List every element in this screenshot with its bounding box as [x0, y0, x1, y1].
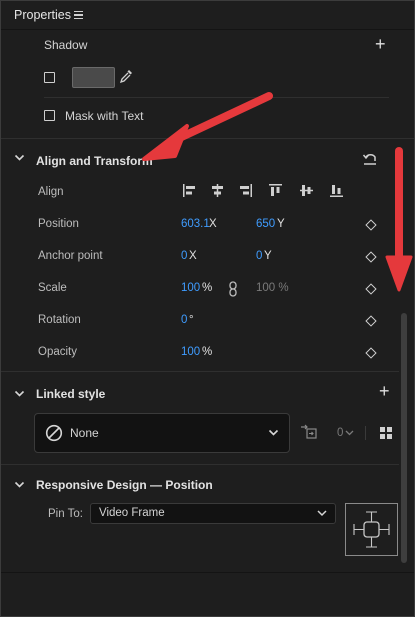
properties-panel: Properties Shadow + Mask with Text Align…	[0, 0, 415, 617]
annotation-arrows	[142, 92, 413, 292]
annotation-arrowhead-diagonal	[142, 124, 189, 161]
annotation-arrowhead-vertical	[385, 255, 413, 292]
annotation-arrow-diagonal	[169, 92, 273, 145]
